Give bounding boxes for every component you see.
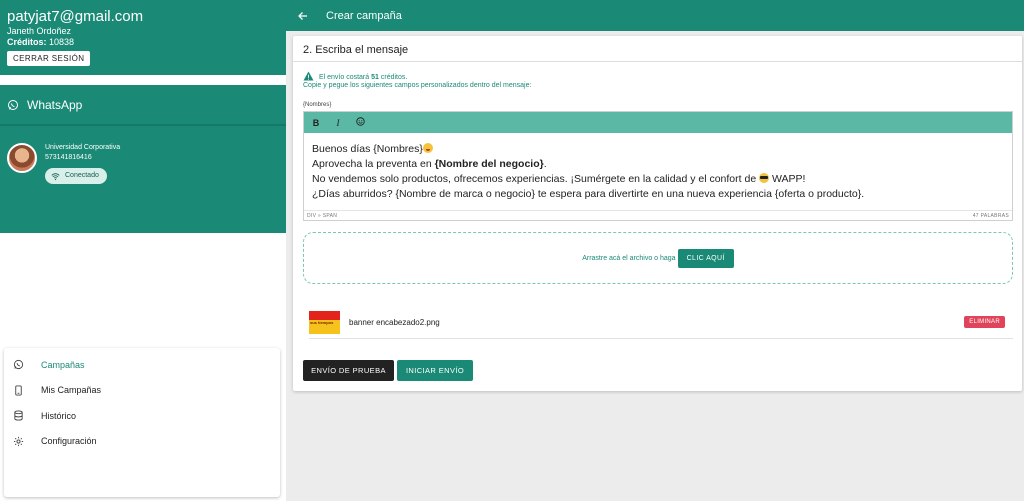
account-name: Janeth Ordoñez [7,26,72,36]
message-line-text: Buenos días {Nombres} [312,143,423,155]
menu-item-label: Mis Campañas [41,385,102,396]
smiley-icon [355,117,365,126]
page-title: Crear campaña [326,9,402,22]
cost-suffix: créditos. [380,74,408,81]
custom-fields-hint: Copie y pegue los siguientes campos pers… [303,82,532,89]
editor-statusbar: DIV » SPAN 47 PALABRAS [304,210,1012,220]
avatar [7,143,37,173]
sidebar: patyjat7@gmail.com Janeth Ordoñez Crédit… [0,0,286,501]
delete-file-button[interactable]: ELIMINAR [964,316,1005,328]
bold-button[interactable]: B [310,118,322,128]
credits-label: Créditos: [7,37,47,47]
editor-toolbar: B I [304,112,1012,133]
menu-item-historico[interactable]: Histórico [4,403,280,429]
credits-line: Créditos: 10838 [7,37,279,48]
message-line-text: . [543,158,547,170]
nav-menu: Campañas Mis Campañas Histórico Configur… [4,348,280,497]
whatsapp-header: WhatsApp [0,85,286,126]
message-card: 2. Escriba el mensaje El envío costará 5… [293,36,1022,391]
cost-notice: El envío costará 51 créditos. Copie y pe… [303,71,531,89]
status-text: Conectado [65,172,99,179]
phone-icon [15,385,22,396]
status-badge: Conectado [45,168,107,184]
sunglasses-emoji-icon [759,173,770,183]
element-path: DIV » SPAN [307,213,338,219]
database-icon [14,410,23,421]
menu-item-mis-campanas[interactable]: Mis Campañas [4,378,280,404]
message-line-text: Aprovecha la preventa en [312,158,432,170]
wifi-icon [51,172,60,180]
cost-value: 51 [371,74,379,81]
message-line: No vendemos solo productos, ofrecemos ex… [312,172,1004,187]
whatsapp-icon [13,360,24,370]
message-line-text: No vendemos solo productos, ofrecemos ex… [312,173,757,185]
thumbnail-text: sus tiempos [310,319,334,325]
menu-item-campanas[interactable]: Campañas [4,352,280,378]
message-editor[interactable]: B I Buenos días {Nombres} Aprovecha la p… [303,111,1013,221]
whatsapp-account: Universidad Corporativa 573141816416 Con… [7,143,120,185]
menu-item-label: Campañas [41,359,85,370]
whatsapp-panel: WhatsApp Universidad Corporativa 5731418… [0,85,286,233]
menu-item-configuracion[interactable]: Configuración [4,429,280,455]
message-bold-text: {Nombre del negocio} [434,158,544,170]
top-bar: Crear campaña [286,0,1024,31]
back-arrow-icon[interactable] [297,10,309,22]
italic-button[interactable]: I [332,118,344,128]
step-title: 2. Escriba el mensaje [293,36,1022,62]
account-panel: patyjat7@gmail.com Janeth Ordoñez Crédit… [0,0,286,75]
account-email: patyjat7@gmail.com [7,8,144,25]
message-line: Aprovecha la preventa en {Nombre del neg… [312,157,1004,172]
whatsapp-icon [8,99,18,110]
org-info: Universidad Corporativa 573141816416 Con… [45,143,120,185]
cost-prefix: El envío costará [318,74,370,81]
org-phone: 573141816416 [45,154,92,161]
message-text[interactable]: Buenos días {Nombres} Aprovecha la preve… [304,133,1012,202]
attached-file: sus tiempos banner encabezado2.png ELIMI… [309,306,1013,339]
org-name: Universidad Corporativa [45,144,121,151]
message-line: Buenos días {Nombres} [312,142,1004,157]
file-thumbnail: sus tiempos [309,310,340,334]
custom-field-tag[interactable]: {Nombres} [303,102,331,108]
emoji-button[interactable] [354,117,366,128]
dropzone-text: Arrastre acá el archivo o haga [582,254,676,262]
file-dropzone[interactable]: Arrastre acá el archivo o haga CLIC AQUÍ [303,232,1013,284]
word-count: 47 PALABRAS [972,213,1009,219]
whatsapp-title: WhatsApp [27,97,83,112]
upload-button[interactable]: CLIC AQUÍ [677,248,734,268]
credits-value: 10838 [49,37,75,47]
logout-button[interactable]: CERRAR SESIÓN [7,51,91,66]
message-line: ¿Días aburridos? {Nombre de marca o nego… [312,188,865,200]
gear-icon [13,436,24,446]
message-line-text: WAPP! [772,173,806,185]
file-name: banner encabezado2.png [349,317,440,327]
cost-line: El envío costará 51 créditos. [303,71,531,81]
warning-icon [303,71,314,81]
wink-emoji-icon [422,143,433,153]
test-send-button[interactable]: ENVÍO DE PRUEBA [303,360,394,381]
menu-item-label: Histórico [41,410,77,421]
menu-item-label: Configuración [41,436,97,447]
start-send-button[interactable]: INICIAR ENVÍO [397,360,473,381]
